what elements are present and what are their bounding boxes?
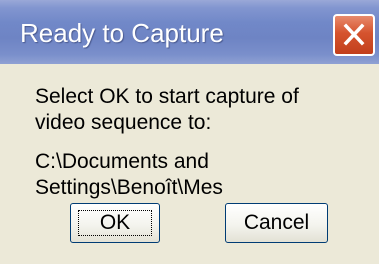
close-button[interactable] [333,14,375,56]
message-line-2: video sequence to: [35,111,212,134]
title-bar[interactable]: Ready to Capture [0,0,379,64]
path-line-2: Settings\Benoît\Mes [35,176,223,199]
message-line-1: Select OK to start capture of [35,85,299,108]
capture-message: Select OK to start capture of video sequ… [35,84,299,136]
capture-path: C:\Documents and Settings\Benoît\Mes [35,149,223,201]
cancel-button-label: Cancel [243,211,310,234]
ready-to-capture-dialog: Ready to Capture Select OK to start capt… [0,0,379,264]
close-icon [343,23,365,46]
cancel-button[interactable]: Cancel [225,203,328,243]
ok-button[interactable]: OK [70,203,160,243]
path-line-1: C:\Documents and [35,150,209,173]
window-title: Ready to Capture [20,18,224,48]
focus-ring [78,210,152,236]
